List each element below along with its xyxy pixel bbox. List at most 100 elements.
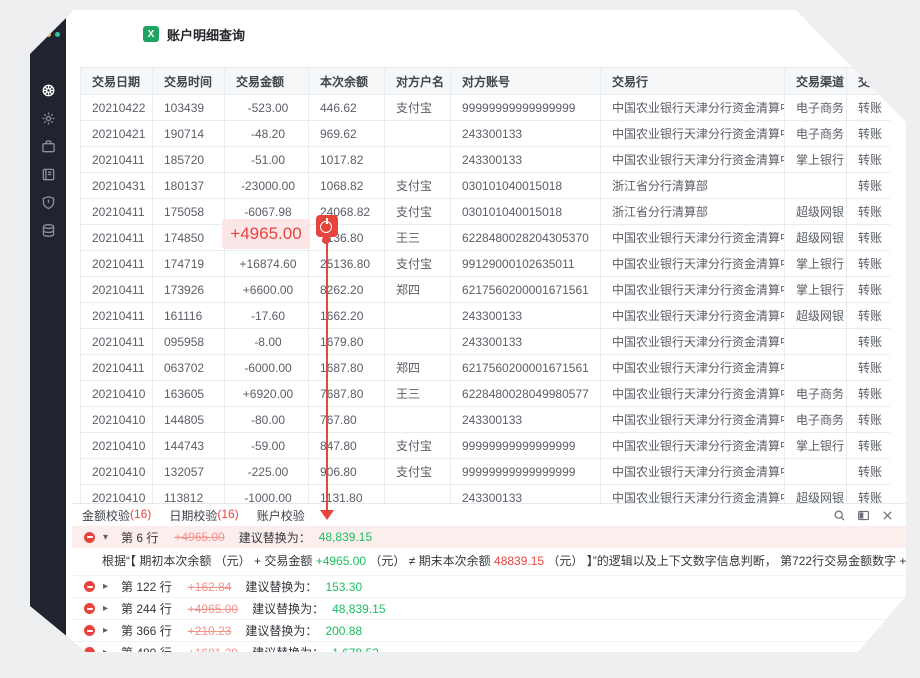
table-cell: 063702 — [153, 355, 225, 381]
shield-icon[interactable] — [41, 195, 56, 210]
search-icon[interactable] — [833, 509, 846, 522]
table-cell — [785, 329, 847, 355]
traffic-dot-2[interactable] — [55, 32, 60, 37]
suggest-label: 建议替换为： — [252, 644, 324, 661]
notebook-icon[interactable] — [41, 167, 56, 182]
table-row: 20210410144743-59.00847.80支付宝99999999999… — [81, 433, 891, 459]
validation-row[interactable]: ▸第 480 行+1681.29建议替换为：1,678.52 — [72, 641, 906, 663]
table-header-row: 交易日期交易时间交易金额本次余额对方户名对方账号交易行交易渠道交易类型 — [81, 68, 891, 95]
chevron-right-icon[interactable]: ▸ — [103, 581, 113, 592]
table-row: 20210411174719+16874.6025136.80支付宝991290… — [81, 251, 891, 277]
validation-row[interactable]: ▾第 6 行+4965.00建议替换为：48,839.15 — [72, 526, 906, 548]
wheel-logo-icon[interactable] — [41, 83, 56, 98]
validation-row[interactable]: ▸第 122 行+162.84建议替换为：153.30 — [72, 575, 906, 597]
table-cell: +6920.00 — [225, 381, 309, 407]
table-cell: 1068.82 — [309, 173, 385, 199]
column-header: 交易时间 — [153, 68, 225, 95]
tab-日期校验[interactable]: 日期校验(16) — [169, 507, 238, 524]
column-header: 交易金额 — [225, 68, 309, 95]
table-cell: 中国农业银行天津分行资金清算中心 — [601, 303, 785, 329]
table-cell: 144805 — [153, 407, 225, 433]
table-cell — [385, 303, 451, 329]
table-cell: 支付宝 — [385, 433, 451, 459]
table-cell: 1131.80 — [309, 485, 385, 504]
table-cell: 转账 — [847, 303, 891, 329]
table-cell: 中国农业银行天津分行资金清算中心 — [601, 329, 785, 355]
table-cell: 103439 — [153, 95, 225, 121]
alert-clock-icon[interactable] — [316, 215, 338, 237]
table-cell: 174719 — [153, 251, 225, 277]
table-cell: 掌上银行 — [785, 147, 847, 173]
table-row: 20210411175058-6067.9824068.82支付宝0301010… — [81, 199, 891, 225]
table-cell: 浙江省分行清算部 — [601, 173, 785, 199]
suggest-label: 建议替换为： — [239, 529, 311, 546]
tab-金额校验[interactable]: 金额校验(16) — [82, 507, 151, 524]
table-cell: 174850 — [153, 225, 225, 251]
suggested-value: 1,678.52 — [332, 646, 379, 660]
table-cell: 转账 — [847, 199, 891, 225]
table-row: 20210410163605+6920.007687.80王三622848002… — [81, 381, 891, 407]
validation-row-label: 第 6 行 — [121, 529, 158, 546]
detail-segment: 48839.15 — [494, 554, 544, 568]
table-cell: 1662.20 — [309, 303, 385, 329]
table-cell: 电子商务 — [785, 381, 847, 407]
error-circle-icon — [84, 581, 95, 592]
chevron-right-icon[interactable]: ▸ — [103, 625, 113, 636]
table-cell: 转账 — [847, 329, 891, 355]
table-cell: 20210421 — [81, 121, 153, 147]
table-cell: 20210411 — [81, 355, 153, 381]
table-cell: -51.00 — [225, 147, 309, 173]
table-cell: 转账 — [847, 251, 891, 277]
table-cell: 中国农业银行天津分行资金清算中心 — [601, 355, 785, 381]
table-cell: 中国农业银行天津分行资金清算中心 — [601, 381, 785, 407]
chevron-down-icon[interactable]: ▾ — [103, 532, 113, 543]
chevron-right-icon[interactable]: ▸ — [103, 647, 113, 658]
panel-toolbar — [833, 509, 894, 522]
detail-segment: （元） ≠ 期末本次余额 — [366, 554, 494, 568]
table-cell: 25136.80 — [309, 251, 385, 277]
table-cell: 支付宝 — [385, 251, 451, 277]
table-cell: 转账 — [847, 147, 891, 173]
table-cell: 掌上银行 — [785, 433, 847, 459]
window-controls — [37, 32, 60, 37]
table-cell: 6228480028049980577 — [451, 381, 601, 407]
table-cell: -523.00 — [225, 95, 309, 121]
validation-row[interactable]: ▸第 244 行+4965.00建议替换为：48,839.15 — [72, 597, 906, 619]
gear-icon[interactable] — [41, 111, 56, 126]
table-cell: 转账 — [847, 277, 891, 303]
close-icon[interactable] — [881, 509, 894, 522]
database-icon[interactable] — [41, 223, 56, 238]
suggest-label: 建议替换为： — [252, 600, 324, 617]
table-cell: 转账 — [847, 225, 891, 251]
table-cell: 20210410 — [81, 407, 153, 433]
column-header: 对方账号 — [451, 68, 601, 95]
panel-toggle-icon[interactable] — [857, 509, 870, 522]
table-cell: 030101040015018 — [451, 173, 601, 199]
table-cell: 446.62 — [309, 95, 385, 121]
briefcase-icon[interactable] — [41, 139, 56, 154]
table-cell: 99999999999999999 — [451, 95, 601, 121]
page-header: X 账户明细查询 — [143, 24, 245, 44]
tab-count-badge: (16) — [217, 507, 238, 524]
traffic-dot-0[interactable] — [37, 32, 42, 37]
table-cell: 电子商务 — [785, 407, 847, 433]
table-cell: -59.00 — [225, 433, 309, 459]
validation-row[interactable]: ▸第 366 行+210.23建议替换为：200.88 — [72, 619, 906, 641]
table-cell: 113812 — [153, 485, 225, 504]
detail-segment: 根据“【 期初本次余额 （元） + 交易金额 — [102, 554, 316, 568]
table-cell: 243300133 — [451, 329, 601, 355]
table-cell: 99999999999999999 — [451, 433, 601, 459]
error-icon-bar — [87, 630, 93, 632]
chevron-right-icon[interactable]: ▸ — [103, 603, 113, 614]
table-cell: 转账 — [847, 459, 891, 485]
table-cell: 中国农业银行天津分行资金清算中心 — [601, 95, 785, 121]
table-cell: 847.80 — [309, 433, 385, 459]
alert-icon-circle — [320, 221, 332, 233]
traffic-dot-1[interactable] — [46, 32, 51, 37]
error-icon-bar — [87, 608, 93, 610]
column-header: 本次余额 — [309, 68, 385, 95]
tab-账户校验[interactable]: 账户校验 — [257, 507, 305, 524]
table-cell: 173926 — [153, 277, 225, 303]
table-cell: 浙江省分行清算部 — [601, 199, 785, 225]
table-row: 20210411185720-51.001017.82243300133中国农业… — [81, 147, 891, 173]
